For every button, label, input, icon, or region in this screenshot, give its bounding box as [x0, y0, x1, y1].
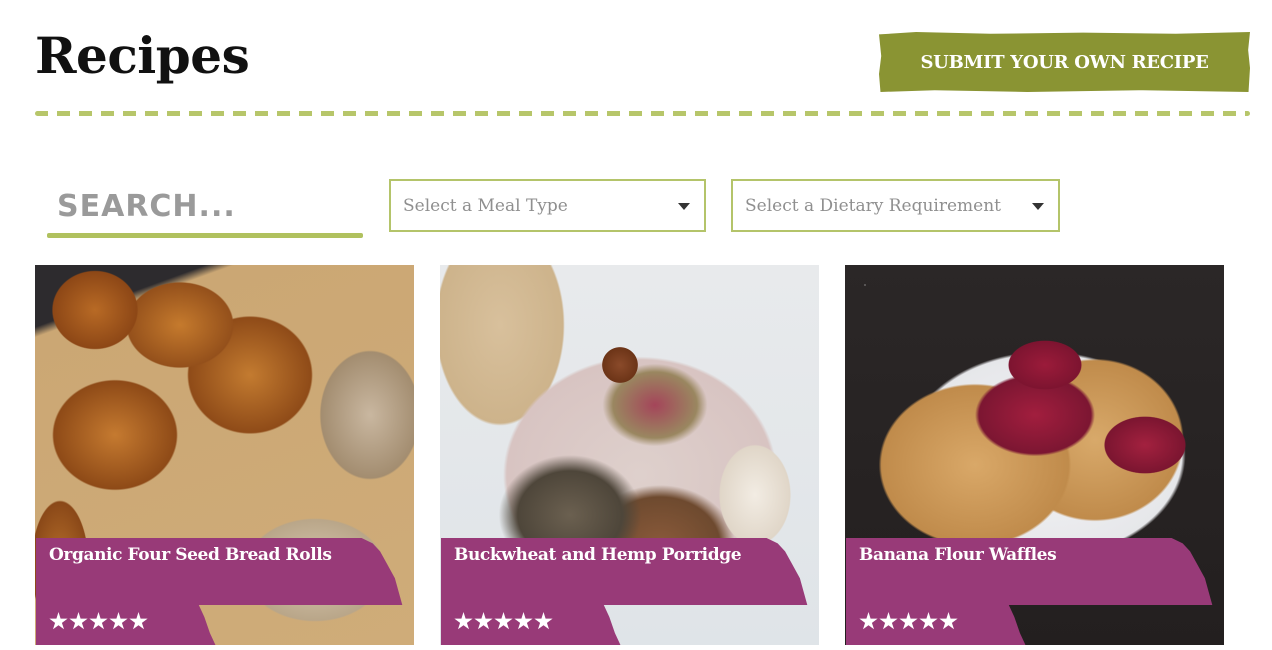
star-icon	[494, 612, 513, 630]
dashed-divider	[35, 111, 1250, 116]
star-icon	[129, 612, 148, 630]
star-icon	[859, 612, 878, 630]
search-underline	[47, 233, 363, 238]
star-rating	[454, 612, 553, 631]
dietary-requirement-select-value: Select a Dietary Requirement	[745, 195, 1002, 216]
star-icon	[69, 612, 88, 630]
meal-type-select[interactable]: Select a Meal Type	[389, 179, 706, 232]
meal-type-select-value: Select a Meal Type	[403, 195, 568, 216]
recipe-title[interactable]: Organic Four Seed Bread Rolls	[49, 545, 332, 565]
dietary-requirement-select[interactable]: Select a Dietary Requirement	[731, 179, 1060, 232]
star-icon	[89, 612, 108, 630]
star-icon	[474, 612, 493, 630]
star-icon	[49, 612, 68, 630]
star-icon	[919, 612, 938, 630]
star-icon	[514, 612, 533, 630]
search-field	[47, 180, 363, 240]
star-icon	[899, 612, 918, 630]
star-icon	[879, 612, 898, 630]
recipe-title[interactable]: Banana Flour Waffles	[859, 545, 1057, 565]
search-input[interactable]	[47, 180, 363, 232]
recipe-title[interactable]: Buckwheat and Hemp Porridge	[454, 545, 742, 565]
star-icon	[109, 612, 128, 630]
page-title: Recipes	[35, 26, 250, 85]
star-icon	[454, 612, 473, 630]
caret-down-icon	[678, 203, 690, 210]
caret-down-icon	[1032, 203, 1044, 210]
submit-recipe-button[interactable]: SUBMIT YOUR OWN RECIPE	[879, 32, 1250, 92]
star-rating	[49, 612, 148, 631]
recipe-card[interactable]: Organic Four Seed Bread Rolls	[35, 265, 414, 645]
recipe-card[interactable]: Buckwheat and Hemp Porridge	[440, 265, 819, 645]
recipe-card[interactable]: Banana Flour Waffles	[845, 265, 1224, 645]
star-rating	[859, 612, 958, 631]
star-icon	[534, 612, 553, 630]
star-icon	[939, 612, 958, 630]
